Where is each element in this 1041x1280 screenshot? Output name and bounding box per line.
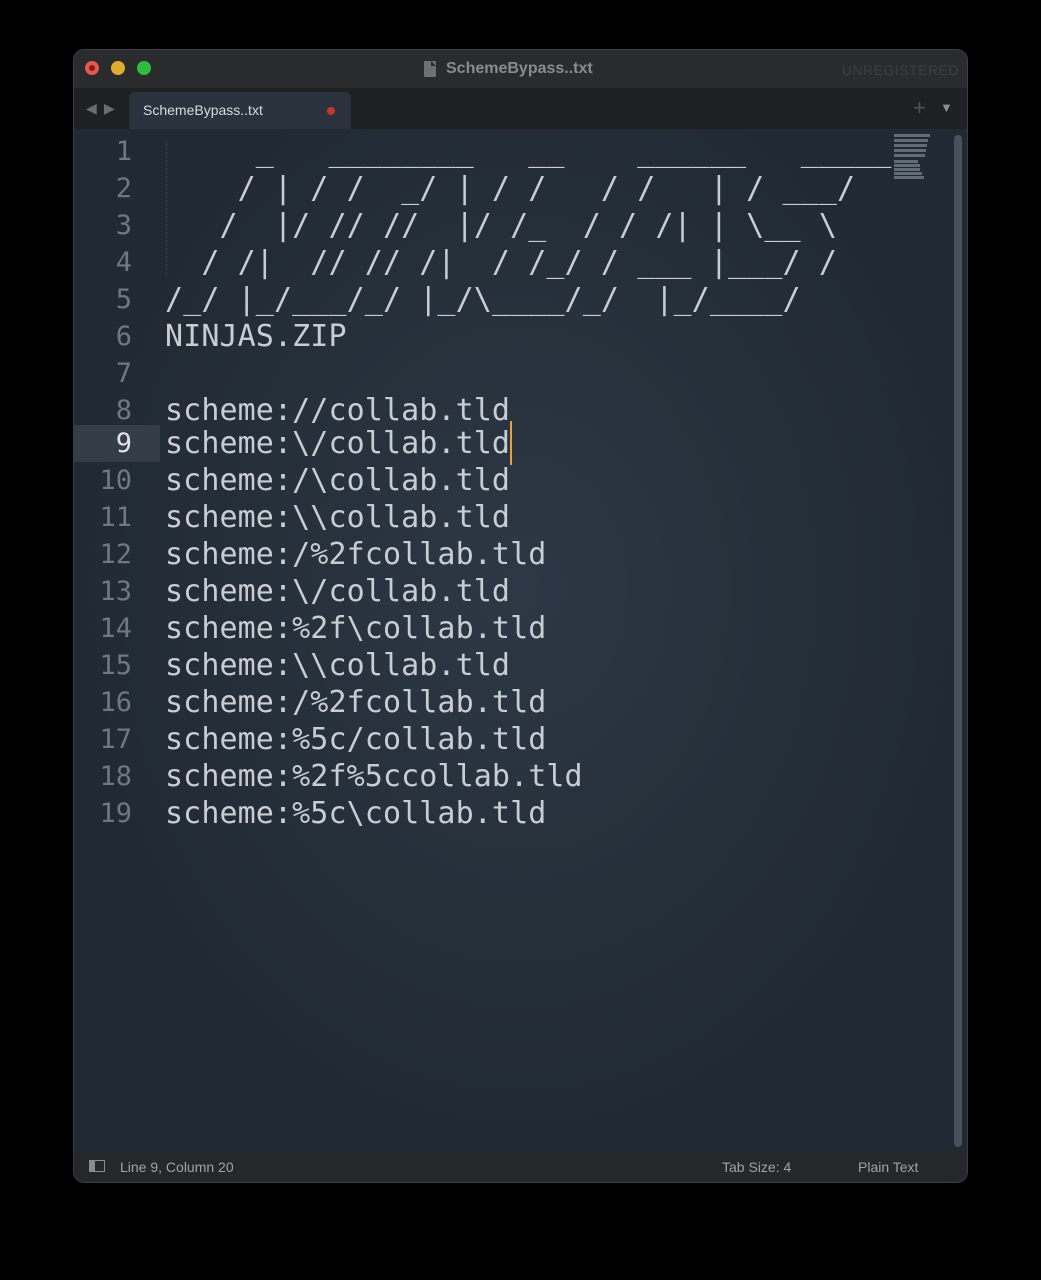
line-number: 2 (115, 173, 132, 204)
line-number: 14 (99, 613, 132, 644)
window-title-text: SchemeBypass..txt (446, 60, 593, 77)
line-number: 8 (115, 395, 132, 426)
minimize-icon[interactable] (111, 61, 125, 75)
syntax-selector[interactable]: Plain Text (858, 1159, 918, 1175)
minimap-line (894, 168, 920, 171)
minimap-line (894, 176, 924, 179)
minimap-line (894, 160, 918, 163)
modified-indicator-icon[interactable] (327, 107, 335, 115)
line-text[interactable]: scheme:%2f%5ccollab.tld (165, 758, 583, 795)
editor-line[interactable]: 1 _ ________ __ ______ _____ (74, 133, 967, 170)
minimap-line (894, 139, 928, 142)
line-number: 15 (99, 650, 132, 681)
line-number: 10 (99, 465, 132, 496)
line-number: 12 (99, 539, 132, 570)
status-bar: Line 9, Column 20 Tab Size: 4 Plain Text (74, 1150, 967, 1182)
minimap-line (894, 172, 922, 175)
editor-line[interactable]: 18 scheme:%2f%5ccollab.tld (74, 758, 967, 795)
editor-line[interactable]: 10 scheme:/\collab.tld (74, 462, 967, 499)
line-text[interactable]: _ ________ __ ______ _____ (165, 133, 892, 170)
line-text[interactable]: scheme:/%2fcollab.tld (165, 536, 546, 573)
tab-bar: ◀ ▶ SchemeBypass..txt + ▼ (74, 88, 967, 129)
editor-line[interactable]: 16 scheme:/%2fcollab.tld (74, 684, 967, 721)
editor-line[interactable]: 13 scheme:\/collab.tld (74, 573, 967, 610)
minimap-line (894, 149, 926, 152)
line-text[interactable]: / /| // // /| / /_/ / ___ |___/ / (165, 244, 837, 281)
editor-line[interactable]: 11 scheme:\\collab.tld (74, 499, 967, 536)
line-text[interactable]: scheme:/\collab.tld (165, 462, 510, 499)
cursor-position[interactable]: Line 9, Column 20 (120, 1159, 234, 1175)
line-number: 1 (115, 136, 132, 167)
line-number: 4 (115, 247, 132, 278)
editor-window: SchemeBypass..txt UNREGISTERED ◀ ▶ Schem… (74, 50, 967, 1182)
line-number: 7 (115, 358, 132, 389)
minimap[interactable] (894, 134, 934, 184)
editor-line[interactable]: 7 (74, 355, 967, 392)
line-number: 19 (99, 798, 132, 829)
line-number: 6 (115, 321, 132, 352)
line-text[interactable]: scheme:%2f\collab.tld (165, 610, 546, 647)
tab-size-selector[interactable]: Tab Size: 4 (722, 1159, 791, 1175)
editor-line[interactable]: 6 NINJAS.ZIP (74, 318, 967, 355)
line-number: 16 (99, 687, 132, 718)
close-icon[interactable] (85, 61, 99, 75)
line-number: 18 (99, 761, 132, 792)
unregistered-label: UNREGISTERED (841, 62, 959, 78)
line-text[interactable]: scheme:/%2fcollab.tld (165, 684, 546, 721)
line-text[interactable]: scheme://collab.tld (165, 392, 510, 429)
line-text[interactable]: / | / / _/ | / / / / | / ___/ (165, 170, 855, 207)
document-icon (424, 61, 436, 77)
editor-line[interactable]: 14 scheme:%2f\collab.tld (74, 610, 967, 647)
line-text[interactable]: scheme:\/collab.tld (165, 573, 510, 610)
line-number: 5 (115, 284, 132, 315)
editor-line[interactable]: 2 / | / / _/ | / / / / | / ___/ (74, 170, 967, 207)
chevron-right-icon[interactable]: ▶ (104, 100, 115, 117)
minimap-line (894, 154, 925, 157)
editor-line[interactable]: 3 / |/ // // |/ /_ / / /| | \__ \ (74, 207, 967, 244)
line-number: 17 (99, 724, 132, 755)
maximize-icon[interactable] (137, 61, 151, 75)
editor-line-current[interactable]: 9 scheme:\/collab.tld (74, 425, 967, 462)
line-number: 9 (115, 428, 132, 459)
minimap-line (894, 134, 930, 137)
line-number: 11 (99, 502, 132, 533)
editor-line[interactable]: 19 scheme:%5c\collab.tld (74, 795, 967, 832)
line-text[interactable]: /_/ |_/___/_/ |_/\____/_/ |_/____/ (165, 281, 801, 318)
editor-line[interactable]: 17 scheme:%5c/collab.tld (74, 721, 967, 758)
minimap-line (894, 144, 927, 147)
window-title: SchemeBypass..txt (424, 59, 593, 79)
editor-line[interactable]: 12 scheme:/%2fcollab.tld (74, 536, 967, 573)
line-text[interactable]: / |/ // // |/ /_ / / /| | \__ \ (165, 207, 837, 244)
triangle-down-icon[interactable]: ▼ (940, 100, 953, 115)
title-bar: SchemeBypass..txt UNREGISTERED (74, 50, 967, 88)
editor-line[interactable]: 5 /_/ |_/___/_/ |_/\____/_/ |_/____/ (74, 281, 967, 318)
editor-line[interactable]: 8 scheme://collab.tld (74, 392, 967, 429)
scrollbar-thumb[interactable] (954, 135, 962, 1147)
tab-label: SchemeBypass..txt (143, 102, 263, 118)
line-text[interactable]: scheme:\\collab.tld (165, 647, 510, 684)
chevron-left-icon[interactable]: ◀ (86, 100, 97, 117)
text-editor[interactable]: 1 _ ________ __ ______ _____ 2 / | / / _… (74, 129, 967, 1150)
plus-icon[interactable]: + (913, 95, 926, 121)
line-text[interactable]: scheme:%5c/collab.tld (165, 721, 546, 758)
text-cursor (510, 421, 512, 465)
line-text[interactable]: scheme:%5c\collab.tld (165, 795, 546, 832)
editor-line[interactable]: 4 / /| // // /| / /_/ / ___ |___/ / (74, 244, 967, 281)
editor-line[interactable]: 15 scheme:\\collab.tld (74, 647, 967, 684)
sidebar-icon[interactable] (89, 1160, 105, 1172)
minimap-line (894, 164, 920, 167)
tab-schemebypass[interactable]: SchemeBypass..txt (129, 92, 351, 129)
line-text[interactable]: NINJAS.ZIP (165, 318, 347, 355)
line-text[interactable]: scheme:\/collab.tld (165, 425, 510, 462)
line-number: 13 (99, 576, 132, 607)
line-text[interactable]: scheme:\\collab.tld (165, 499, 510, 536)
line-number: 3 (115, 210, 132, 241)
